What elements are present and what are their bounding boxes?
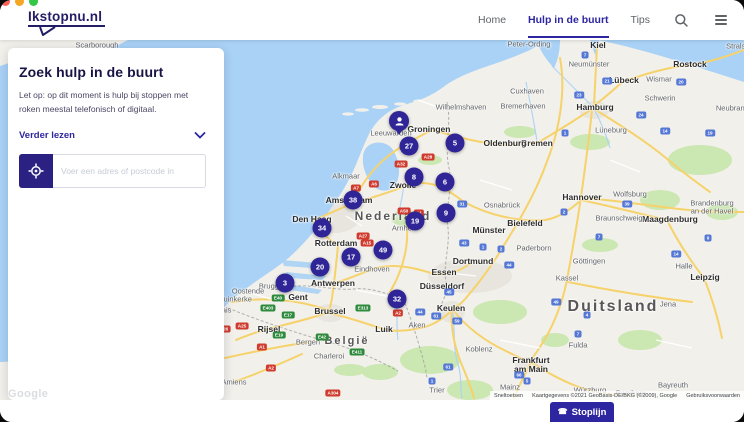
menu-icon[interactable]: [712, 0, 730, 40]
pin-tail: [395, 129, 403, 135]
nav-item-hulp-in-de-buurt[interactable]: Hulp in de buurt: [528, 0, 609, 40]
keyboard-shortcuts-link[interactable]: Sneltoetsen: [494, 393, 523, 399]
window-controls: [1, 0, 38, 6]
map-cluster-marker[interactable]: 17: [342, 248, 361, 267]
main-nav: Home Hulp in de buurt Tips: [478, 0, 730, 40]
close-window-icon[interactable]: [1, 0, 10, 6]
panel-notice: Let op: op dit moment is hulp bij stoppe…: [19, 89, 206, 116]
google-logo[interactable]: Google: [8, 388, 48, 400]
map-attribution: Sneltoetsen Kaartgegevens ©2021 GeoBasis…: [490, 391, 744, 400]
read-more-link[interactable]: Verder lezen: [19, 130, 75, 141]
map-data-text: Kaartgegevens ©2021 GeoBasis-DE/BKG (©20…: [532, 393, 677, 399]
map-cluster-marker[interactable]: 19: [406, 212, 425, 231]
stoplijn-button[interactable]: ☎ Stoplijn: [550, 402, 614, 422]
map-cluster-marker[interactable]: 6: [436, 173, 455, 192]
site-logo[interactable]: Ikstopnu.nl: [28, 9, 106, 36]
locate-button[interactable]: [19, 154, 53, 188]
nav-item-tips[interactable]: Tips: [631, 0, 650, 40]
map-cluster-marker[interactable]: 49: [374, 241, 393, 260]
terms-link[interactable]: Gebruiksvoorwaarden: [686, 393, 740, 399]
map-cluster-marker[interactable]: 27: [400, 137, 419, 156]
address-search: [19, 154, 206, 188]
pin-balloon: [389, 111, 409, 131]
map-cluster-marker[interactable]: 34: [313, 219, 332, 238]
maximize-window-icon[interactable]: [29, 0, 38, 6]
header: Ikstopnu.nl Home Hulp in de buurt Tips: [0, 0, 744, 40]
map-cluster-marker[interactable]: 5: [446, 134, 465, 153]
read-more-row[interactable]: Verder lezen: [19, 130, 206, 141]
site-logo-text: Ikstopnu.nl: [28, 9, 102, 24]
panel-title: Zoek hulp in de buurt: [19, 64, 206, 80]
map-cluster-marker[interactable]: 38: [344, 191, 363, 210]
nav-item-home[interactable]: Home: [478, 0, 506, 40]
logo-underline-bubble: [28, 25, 106, 36]
map-cluster-marker[interactable]: 8: [405, 168, 424, 187]
stage: Ikstopnu.nl Home Hulp in de buurt Tips: [0, 0, 744, 422]
person-icon: [394, 116, 405, 127]
search-panel: Zoek hulp in de buurt Let op: op dit mom…: [8, 48, 224, 400]
minimize-window-icon[interactable]: [15, 0, 24, 6]
location-pin-marker[interactable]: [389, 111, 409, 135]
map-cluster-marker[interactable]: 9: [437, 204, 456, 223]
target-icon: [28, 163, 44, 179]
map-cluster-marker[interactable]: 3: [276, 274, 295, 293]
chevron-down-icon: [194, 132, 206, 139]
map-cluster-marker[interactable]: 32: [388, 290, 407, 309]
stoplijn-label: Stoplijn: [572, 407, 607, 418]
footer-bar: ☎ Stoplijn: [0, 400, 744, 422]
map-canvas[interactable]: NederlandBelgiëDuitslandGroningenAmsterd…: [0, 40, 744, 400]
phone-icon: ☎: [558, 407, 568, 416]
address-input[interactable]: [53, 154, 206, 188]
app-window: Ikstopnu.nl Home Hulp in de buurt Tips: [0, 0, 744, 422]
map-cluster-marker[interactable]: 20: [311, 258, 330, 277]
search-icon[interactable]: [672, 0, 690, 40]
